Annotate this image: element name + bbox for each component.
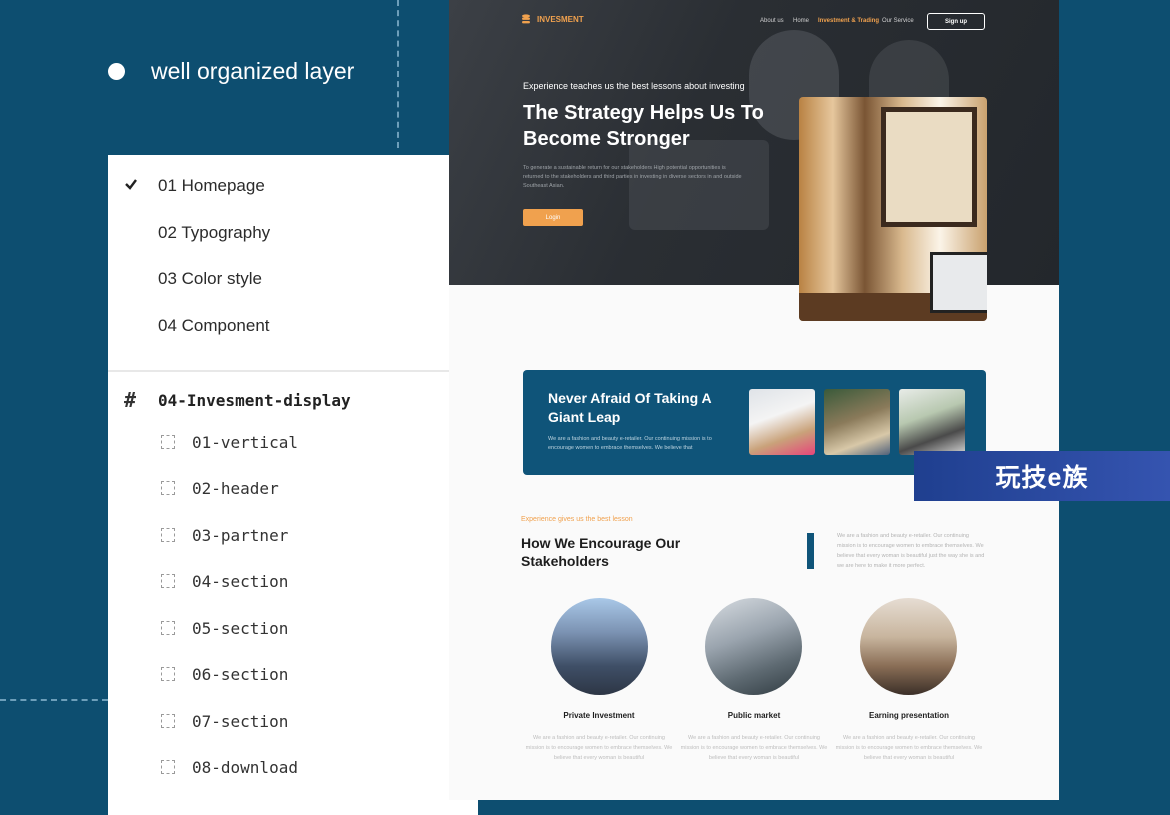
page-item-color-style[interactable]: 03 Color style	[108, 256, 478, 302]
page-item-label: 02 Typography	[158, 223, 271, 242]
card-image-city	[551, 598, 648, 695]
banner-title: Never Afraid Of Taking A Giant Leap	[548, 390, 712, 425]
watermark-logo: 玩技e族	[914, 451, 1170, 501]
layer-label: 02-header	[192, 478, 279, 498]
layer-label: 06-section	[192, 664, 289, 684]
photo-window	[881, 107, 977, 227]
section-layer-icon	[161, 574, 175, 588]
page-item-homepage[interactable]: 01 Homepage	[108, 163, 478, 209]
logo-text: INVESMENT	[537, 14, 584, 24]
card-description: We are a fashion and beauty e-retailer. …	[525, 735, 673, 761]
panel-divider	[108, 370, 478, 372]
page-item-component[interactable]: 04 Component	[108, 303, 478, 349]
section-description: We are a fashion and beauty e-retailer. …	[837, 533, 985, 569]
section-layer-icon	[161, 667, 175, 681]
section-layer-icon	[161, 621, 175, 635]
banner-description: We are a fashion and beauty e-retailer. …	[548, 436, 712, 451]
signup-button[interactable]: Sign up	[927, 13, 985, 30]
page-item-label: 01 Homepage	[158, 176, 265, 195]
check-icon	[125, 179, 137, 190]
layer-label: 01-vertical	[192, 432, 298, 452]
layer-label: 08-download	[192, 757, 298, 777]
login-button[interactable]: Login	[523, 209, 583, 226]
card-title: Private Investment	[563, 711, 635, 720]
frame-layer[interactable]: # 04-Invesment-display	[108, 377, 478, 423]
section-title: How We Encourage Our Stakeholders	[521, 535, 681, 569]
tagline-text: well organized layer	[151, 58, 355, 84]
frame-label: 04-Invesment-display	[158, 390, 351, 410]
banner-thumbnail-desk	[899, 389, 965, 455]
layer-item[interactable]: 03-partner	[108, 512, 478, 558]
hero-description: To generate a sustainable return for our…	[523, 165, 742, 189]
layer-item[interactable]: 08-download	[108, 744, 478, 790]
section-subtitle: Experience gives us the best lesson	[521, 516, 633, 523]
section-accent-bar	[807, 533, 814, 569]
layer-item[interactable]: 02-header	[108, 465, 478, 511]
card-description: We are a fashion and beauty e-retailer. …	[680, 735, 828, 761]
section-layer-icon	[161, 760, 175, 774]
layer-item[interactable]: 01-vertical	[108, 419, 478, 465]
layer-label: 07-section	[192, 711, 289, 731]
guide-line-vertical	[397, 0, 399, 148]
layer-item[interactable]: 06-section	[108, 651, 478, 697]
card-description: We are a fashion and beauty e-retailer. …	[835, 735, 983, 761]
hero-title: The Strategy Helps Us To Become Stronger	[523, 102, 764, 150]
section-layer-icon	[161, 435, 175, 449]
banner-thumbnail-meeting	[824, 389, 890, 455]
coins-icon	[522, 14, 530, 24]
section-layer-icon	[161, 481, 175, 495]
card-title: Earning presentation	[868, 711, 949, 720]
layer-item[interactable]: 05-section	[108, 605, 478, 651]
card-image-laptop	[705, 598, 802, 695]
website-preview: INVESMENT About us Home Investment & Tra…	[449, 0, 1059, 800]
banner-thumbnail-laptop	[749, 389, 815, 455]
tagline: well organized layer	[108, 58, 354, 85]
nav-link-about[interactable]: About us	[760, 18, 784, 24]
bullet-dot-icon	[108, 63, 125, 80]
layer-label: 03-partner	[192, 525, 289, 545]
card-title: Public market	[727, 711, 781, 720]
hero-pretitle: Experience teaches us the best lessons a…	[523, 81, 745, 91]
layer-label: 05-section	[192, 618, 289, 638]
nav-link-investment[interactable]: Investment & Trading	[818, 18, 879, 24]
card-image-meeting	[860, 598, 957, 695]
guide-line-horizontal	[0, 699, 108, 701]
layer-item[interactable]: 07-section	[108, 698, 478, 744]
nav-link-service[interactable]: Our Service	[882, 18, 914, 24]
site-logo[interactable]: INVESMENT	[522, 14, 584, 24]
section-layer-icon	[161, 714, 175, 728]
hero-office-photo	[799, 97, 987, 321]
photo-monitor	[930, 252, 987, 313]
layer-label: 04-section	[192, 571, 289, 591]
page-item-label: 03 Color style	[158, 269, 262, 288]
layer-item[interactable]: 04-section	[108, 558, 478, 604]
page-item-typography[interactable]: 02 Typography	[108, 210, 478, 256]
section-layer-icon	[161, 528, 175, 542]
layers-panel: 01 Homepage 02 Typography 03 Color style…	[108, 155, 478, 815]
page-item-label: 04 Component	[158, 316, 270, 335]
frame-hash-icon: #	[124, 388, 137, 412]
nav-link-home[interactable]: Home	[793, 18, 809, 24]
